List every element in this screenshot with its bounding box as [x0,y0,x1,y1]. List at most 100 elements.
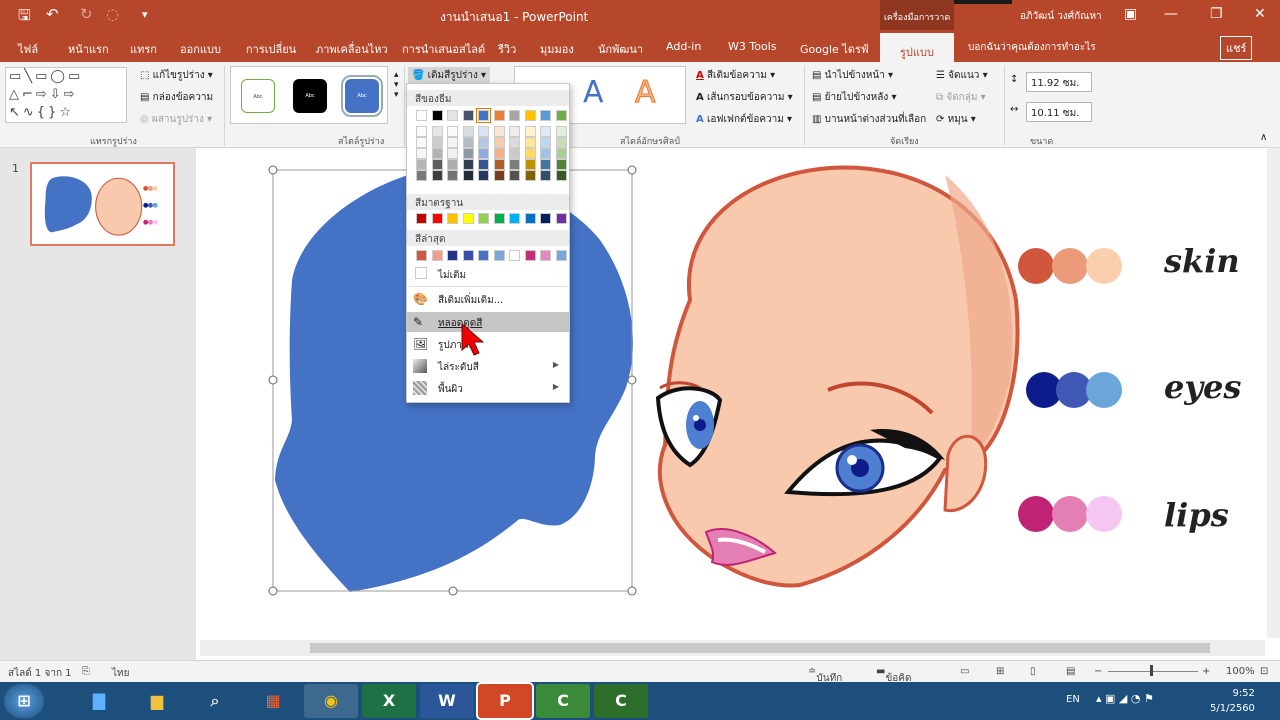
shape-styles-gallery[interactable]: Abc Abc Abc [230,66,388,124]
gradient-item[interactable]: ไล่ระดับสี ▶ [407,356,569,376]
edit-shape-button[interactable]: ⬚ แก้ไขรูปร่าง ▾ [140,68,213,83]
theme-shade-swatch[interactable] [462,159,474,170]
theme-color-swatch[interactable] [555,110,567,121]
maximize-button[interactable]: ❐ [1210,6,1223,22]
horizontal-scroll-thumb[interactable] [310,643,1210,653]
minimize-button[interactable]: — [1164,6,1178,22]
wordart-style-orange[interactable]: A [635,75,657,111]
shape-fill-button[interactable]: 🪣 เติมสีรูปร่าง ▾ [408,67,491,84]
standard-color-swatch[interactable] [462,213,474,224]
theme-shade-swatch[interactable] [462,137,474,148]
theme-shade-swatch[interactable] [540,137,551,148]
theme-shade-swatch[interactable] [416,170,427,181]
theme-color-swatch[interactable] [524,110,536,121]
ribbon-display-icon[interactable]: ▣ [1124,6,1137,22]
picture-fill-item[interactable]: 🖼 รูปภาพ... [407,334,569,354]
text-box-button[interactable]: ▤ กล่องข้อความ [140,90,213,105]
rotate-button[interactable]: ⟳ หมุน ▾ [936,112,976,127]
theme-color-swatch[interactable] [462,110,474,121]
theme-shade-swatch[interactable] [462,148,474,159]
recent-color-swatch[interactable] [478,250,489,261]
zoom-out-button[interactable]: − [1094,666,1102,677]
start-button[interactable]: ⊞ [4,684,44,718]
theme-shade-swatch[interactable] [478,148,489,159]
tab-review[interactable]: รีวิว [498,40,516,58]
theme-color-swatch[interactable] [476,108,491,123]
theme-shade-swatch[interactable] [493,170,505,181]
tab-developer[interactable]: นักพัฒนา [598,40,643,58]
notes-button[interactable]: ≐ บันทึกย่อ [808,666,842,699]
theme-shade-swatch[interactable] [431,170,443,181]
standard-color-swatch[interactable] [478,213,489,224]
tab-animations[interactable]: ภาพเคลื่อนไหว [316,40,388,58]
close-button[interactable]: ✕ [1254,6,1266,22]
camtasia-icon[interactable]: C [536,684,590,718]
theme-color-swatch[interactable] [431,110,443,121]
recent-color-swatch[interactable] [555,250,567,261]
theme-shade-swatch[interactable] [555,137,567,148]
group-button[interactable]: ⧉ จัดกลุ่ม ▾ [936,90,986,105]
theme-shade-swatch[interactable] [416,159,427,170]
theme-shade-swatch[interactable] [555,148,567,159]
align-button[interactable]: ☰ จัดแนว ▾ [936,68,988,83]
bring-forward-button[interactable]: ▤ นำไปข้างหน้า ▾ [812,68,893,83]
tab-home[interactable]: หน้าแรก [68,40,109,58]
store-icon[interactable]: ▦ [246,684,300,718]
theme-shade-swatch[interactable] [524,170,536,181]
tab-format[interactable]: รูปแบบ [900,43,934,61]
standard-color-swatch[interactable] [431,213,443,224]
theme-color-swatch[interactable] [416,110,427,121]
no-fill-item[interactable]: ไม่เติม [407,264,569,284]
redo-icon[interactable]: ↻ [80,5,93,23]
standard-color-swatch[interactable] [509,213,520,224]
theme-shade-swatch[interactable] [431,137,443,148]
normal-view-icon[interactable]: ▭ [960,666,969,677]
search-icon[interactable]: ⌕ [188,684,242,718]
theme-shade-swatch[interactable] [493,148,505,159]
eyedropper-item[interactable]: ✎ หลอดดูดสี [407,312,569,332]
tab-transitions[interactable]: การเปลี่ยน [246,40,296,58]
slide-sorter-icon[interactable]: ⊞ [996,666,1004,677]
standard-color-swatch[interactable] [540,213,551,224]
tab-w3tools[interactable]: W3 Tools [728,40,776,53]
shapes-gallery[interactable]: ▭╲▭◯▭ △⌐⇨⇩⇨ ↖∿{}☆ [5,67,127,123]
excel-icon[interactable]: X [362,684,416,718]
zoom-in-button[interactable]: + [1202,666,1210,677]
customize-toolbar-icon[interactable]: ▾ [142,8,148,21]
tab-file[interactable]: ไฟล์ [18,40,38,58]
theme-shade-swatch[interactable] [509,159,520,170]
text-effects-button[interactable]: A เอฟเฟกต์ข้อความ ▾ [696,112,792,127]
collapse-ribbon-icon[interactable]: ∧ [1260,132,1267,143]
theme-shade-swatch[interactable] [509,126,520,137]
theme-shade-swatch[interactable] [524,137,536,148]
theme-shade-swatch[interactable] [462,126,474,137]
start-from-beginning-icon[interactable]: ◌ [106,5,119,23]
style-swatch-3[interactable]: Abc [341,75,383,117]
horizontal-scrollbar[interactable] [200,640,1265,656]
save-icon[interactable]: 🖫 [18,5,31,30]
theme-color-swatch[interactable] [540,110,551,121]
tab-insert[interactable]: แทรก [130,40,157,58]
spell-check-icon[interactable]: ⎘ [82,666,90,677]
shape-height-input[interactable]: 11.92 ซม. [1026,72,1092,92]
theme-shade-swatch[interactable] [493,137,505,148]
merge-shapes-button[interactable]: ◎ ผสานรูปร่าง ▾ [140,112,212,127]
theme-shade-swatch[interactable] [493,126,505,137]
recent-color-swatch[interactable] [416,250,427,261]
theme-shade-swatch[interactable] [509,137,520,148]
standard-color-swatch[interactable] [524,213,536,224]
style-gallery-scroll[interactable]: ▴ ▾ ▾ [394,70,399,100]
theme-shade-swatch[interactable] [555,126,567,137]
recent-color-swatch[interactable] [540,250,551,261]
comments-button[interactable]: ▬ ข้อคิดเห็น [876,666,911,699]
theme-shade-swatch[interactable] [431,148,443,159]
zoom-slider-thumb[interactable] [1150,665,1153,676]
zoom-level[interactable]: 100% [1226,666,1255,677]
theme-shade-swatch[interactable] [478,170,489,181]
theme-shade-swatch[interactable] [478,137,489,148]
theme-shade-swatch[interactable] [524,148,536,159]
share-button[interactable]: แชร์ [1220,36,1253,60]
theme-shade-swatch[interactable] [493,159,505,170]
theme-shade-swatch[interactable] [478,159,489,170]
shape-width-input[interactable]: 10.11 ซม. [1026,102,1092,122]
